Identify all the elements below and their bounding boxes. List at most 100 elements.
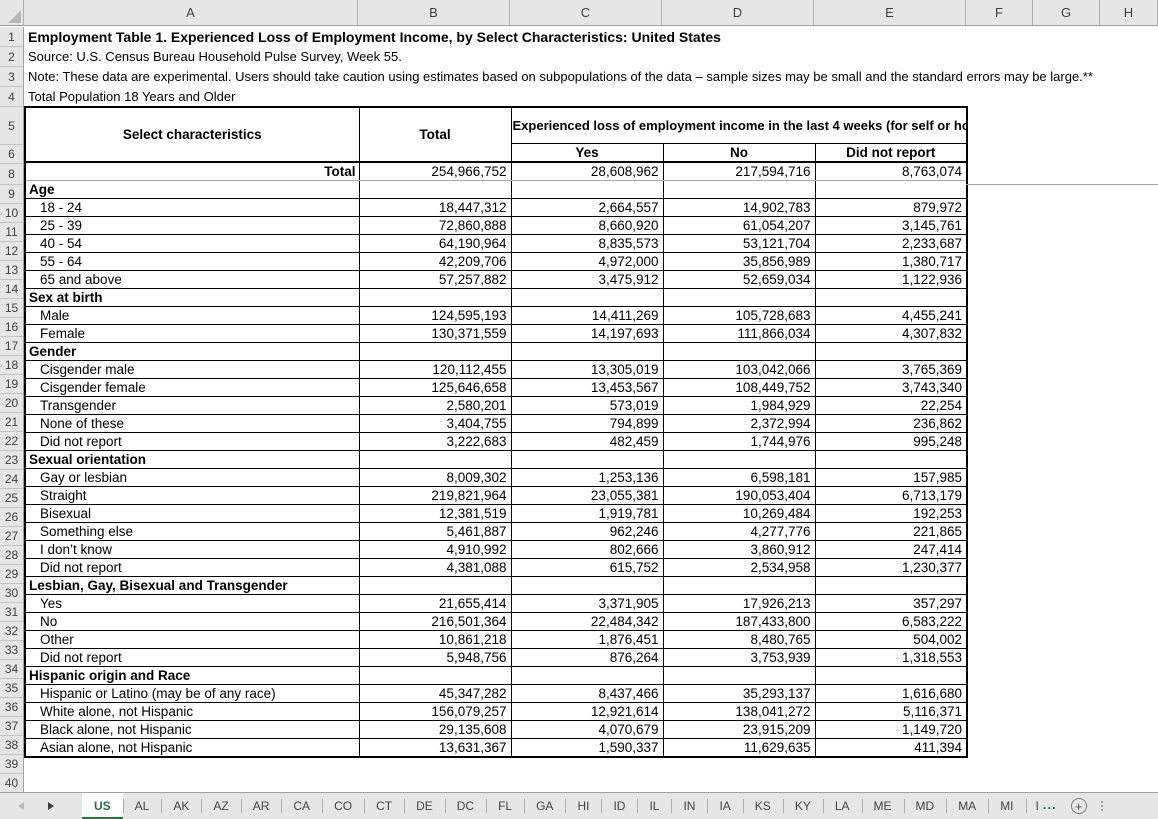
cell-yes[interactable]: 615,752 (511, 559, 663, 577)
sheet-tab-ak[interactable]: AK (161, 793, 201, 819)
cell-total[interactable]: 254,966,752 (359, 162, 511, 181)
cell-yes[interactable]: 1,590,337 (511, 739, 663, 757)
cell-label[interactable]: Did not report (25, 433, 359, 451)
cell-no[interactable]: 190,053,404 (663, 487, 815, 505)
cell-did-not-report[interactable] (815, 289, 967, 307)
cell-no[interactable]: 138,041,272 (663, 703, 815, 721)
row-header-30[interactable]: 30 (0, 584, 23, 603)
cell-label[interactable]: Did not report (25, 649, 359, 667)
cell-label[interactable]: Did not report (25, 559, 359, 577)
cell-yes[interactable]: 3,371,905 (511, 595, 663, 613)
cell-no[interactable] (663, 451, 815, 469)
row-header-1[interactable]: 1 (0, 27, 23, 47)
cell-yes[interactable]: 8,660,920 (511, 217, 663, 235)
cell-did-not-report[interactable]: 236,862 (815, 415, 967, 433)
row-header-12[interactable]: 12 (0, 242, 23, 261)
cell-label[interactable]: Asian alone, not Hispanic (25, 739, 359, 757)
cell-total[interactable]: 64,190,964 (359, 235, 511, 253)
cell-did-not-report[interactable]: 1,149,720 (815, 721, 967, 739)
header-experienced-loss-group[interactable]: Experienced loss of employment income in… (511, 107, 967, 143)
cell-yes[interactable]: 1,253,136 (511, 469, 663, 487)
cell-section-label[interactable]: Gender (25, 343, 359, 361)
cell-label[interactable]: Other (25, 631, 359, 649)
row-header-6[interactable]: 6 (0, 145, 23, 164)
cell-no[interactable]: 23,915,209 (663, 721, 815, 739)
cell-did-not-report[interactable]: 2,233,687 (815, 235, 967, 253)
cell-total[interactable]: 120,112,455 (359, 361, 511, 379)
sheet-tab-al[interactable]: AL (123, 793, 162, 819)
cell-yes[interactable]: 4,972,000 (511, 253, 663, 271)
cell-no[interactable]: 3,753,939 (663, 649, 815, 667)
row-header-13[interactable]: 13 (0, 261, 23, 280)
sheet-tab-in[interactable]: IN (671, 793, 707, 819)
row-header-8[interactable]: 8 (0, 164, 23, 185)
row-header-9[interactable]: 9 (0, 185, 23, 204)
row-header-33[interactable]: 33 (0, 641, 23, 660)
cell-label[interactable]: None of these (25, 415, 359, 433)
cell-yes[interactable]: 23,055,381 (511, 487, 663, 505)
cell-total[interactable] (359, 289, 511, 307)
cell-yes[interactable]: 1,919,781 (511, 505, 663, 523)
cell-no[interactable]: 187,433,800 (663, 613, 815, 631)
cell-no[interactable]: 35,856,989 (663, 253, 815, 271)
cell-section-label[interactable]: Lesbian, Gay, Bisexual and Transgender (25, 577, 359, 595)
column-header-H[interactable]: H (1100, 0, 1158, 25)
cell-did-not-report[interactable]: 157,985 (815, 469, 967, 487)
cell-source-note[interactable]: Source: U.S. Census Bureau Household Pul… (28, 47, 402, 67)
cell-label[interactable]: 55 - 64 (25, 253, 359, 271)
cell-label[interactable]: Male (25, 307, 359, 325)
cell-did-not-report[interactable]: 3,765,369 (815, 361, 967, 379)
cell-total[interactable]: 3,404,755 (359, 415, 511, 433)
cell-did-not-report[interactable] (815, 181, 967, 199)
row-header-16[interactable]: 16 (0, 318, 23, 337)
cell-total[interactable]: 3,222,683 (359, 433, 511, 451)
cell-no[interactable]: 61,054,207 (663, 217, 815, 235)
cell-label[interactable]: Bisexual (25, 505, 359, 523)
cell-did-not-report[interactable]: 995,248 (815, 433, 967, 451)
cell-yes[interactable]: 1,876,451 (511, 631, 663, 649)
cell-no[interactable]: 1,744,976 (663, 433, 815, 451)
cell-total[interactable] (359, 181, 511, 199)
cell-yes[interactable]: 8,437,466 (511, 685, 663, 703)
cell-section-label[interactable]: Hispanic origin and Race (25, 667, 359, 685)
row-header-25[interactable]: 25 (0, 489, 23, 508)
cell-total[interactable]: 130,371,559 (359, 325, 511, 343)
sheet-tab-ky[interactable]: KY (783, 793, 823, 819)
row-header-10[interactable]: 10 (0, 204, 23, 223)
cell-yes[interactable]: 8,835,573 (511, 235, 663, 253)
cell-caution-note[interactable]: Note: These data are experimental. Users… (28, 67, 1093, 87)
cell-total[interactable]: 29,135,608 (359, 721, 511, 739)
row-header-4[interactable]: 4 (0, 87, 23, 107)
cell-did-not-report[interactable]: 8,763,074 (815, 162, 967, 181)
cell-no[interactable] (663, 289, 815, 307)
cell-total[interactable]: 216,501,364 (359, 613, 511, 631)
cell-total[interactable]: 13,631,367 (359, 739, 511, 757)
sheet-tab-me[interactable]: ME (862, 793, 904, 819)
cell-total[interactable]: 72,860,888 (359, 217, 511, 235)
cell-label[interactable]: 25 - 39 (25, 217, 359, 235)
cell-did-not-report[interactable] (815, 667, 967, 685)
cell-total[interactable]: 10,861,218 (359, 631, 511, 649)
cell-did-not-report[interactable]: 1,616,680 (815, 685, 967, 703)
cell-did-not-report[interactable]: 221,865 (815, 523, 967, 541)
header-total[interactable]: Total (359, 107, 511, 162)
cell-yes[interactable] (511, 181, 663, 199)
cell-label[interactable]: 65 and above (25, 271, 359, 289)
cell-yes[interactable]: 962,246 (511, 523, 663, 541)
cell-total[interactable]: 12,381,519 (359, 505, 511, 523)
cell-did-not-report[interactable]: 3,145,761 (815, 217, 967, 235)
cell-no[interactable] (663, 181, 815, 199)
row-header-28[interactable]: 28 (0, 546, 23, 565)
cell-section-label[interactable]: Age (25, 181, 359, 199)
cell-no[interactable]: 14,902,783 (663, 199, 815, 217)
cell-label[interactable]: Something else (25, 523, 359, 541)
cell-section-label[interactable]: Sex at birth (25, 289, 359, 307)
cell-no[interactable]: 108,449,752 (663, 379, 815, 397)
cell-yes[interactable]: 28,608,962 (511, 162, 663, 181)
cell-label[interactable]: Cisgender female (25, 379, 359, 397)
cell-total[interactable] (359, 343, 511, 361)
cell-did-not-report[interactable]: 22,254 (815, 397, 967, 415)
row-header-14[interactable]: 14 (0, 280, 23, 299)
row-header-37[interactable]: 37 (0, 717, 23, 736)
row-header-40[interactable]: 40 (0, 774, 23, 793)
